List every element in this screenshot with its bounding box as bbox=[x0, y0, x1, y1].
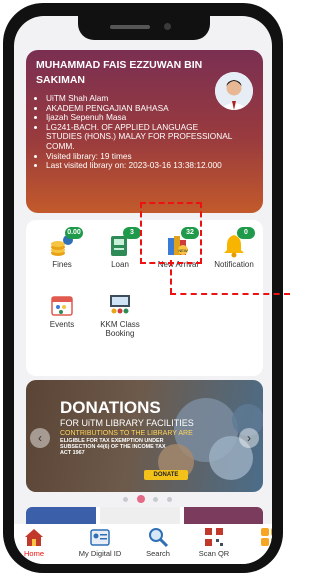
grid-icon bbox=[259, 526, 272, 548]
donate-button[interactable]: DONATE bbox=[144, 470, 188, 480]
banner-line2: ELIGIBLE FOR TAX EXEMPTION UNDER SUBSECT… bbox=[60, 438, 166, 457]
nav-search-label: Search bbox=[146, 549, 170, 558]
calendar-icon bbox=[49, 292, 75, 318]
bell-icon: 0 bbox=[221, 227, 255, 258]
profile-name: MUHAMMAD FAIS EZZUWAN BIN SAKIMAN bbox=[36, 59, 203, 86]
carousel-prev-icon[interactable]: ‹ bbox=[30, 428, 50, 448]
carousel-dot[interactable] bbox=[167, 497, 172, 502]
menu-kkm-label: KKM Class Booking bbox=[100, 320, 140, 338]
profile-last-visit: Last visited library on: 2023-03-16 13:3… bbox=[46, 161, 236, 171]
nav-search[interactable]: Search bbox=[130, 526, 186, 558]
profile-card: MUHAMMAD FAIS EZZUWAN BIN SAKIMAN UiTM S… bbox=[26, 50, 263, 213]
carousel-dot-active[interactable] bbox=[137, 495, 145, 503]
nav-scan-qr[interactable]: Scan QR bbox=[186, 526, 242, 558]
home-icon bbox=[23, 526, 45, 548]
nav-other-label: Ot bbox=[266, 549, 272, 558]
avatar bbox=[215, 72, 253, 110]
nav-scan-qr-label: Scan QR bbox=[198, 549, 230, 558]
id-card-icon bbox=[89, 526, 111, 548]
menu-notification-label: Notification bbox=[214, 260, 254, 269]
fines-badge: 0.00 bbox=[65, 227, 83, 239]
profile-program: LG241-BACH. OF APPLIED LANGUAGE STUDIES … bbox=[46, 122, 236, 152]
nav-my-digital-id-label: My Digital ID bbox=[78, 549, 122, 558]
search-icon bbox=[147, 526, 169, 548]
menu-fines-label: Fines bbox=[52, 260, 72, 269]
carousel-dot[interactable] bbox=[153, 497, 158, 502]
banner-title: DONATIONS bbox=[60, 398, 161, 417]
nav-home-label: Home bbox=[23, 549, 44, 558]
highlight-connector bbox=[170, 260, 172, 294]
menu-kkm-class-booking[interactable]: KKM Class Booking bbox=[92, 292, 148, 338]
phone-notch bbox=[78, 16, 210, 40]
highlight-connector bbox=[170, 293, 290, 295]
app-screen: MUHAMMAD FAIS EZZUWAN BIN SAKIMAN UiTM S… bbox=[14, 16, 272, 564]
menu-fines[interactable]: 0.00 Fines bbox=[34, 227, 90, 269]
profile-details: UiTM Shah Alam AKADEMI PENGAJIAN BAHASA … bbox=[36, 93, 236, 171]
qr-code-icon bbox=[203, 526, 225, 548]
carousel-dot[interactable] bbox=[123, 497, 128, 502]
banner-line1: CONTRIBUTIONS TO THE LIBRARY ARE bbox=[60, 430, 193, 437]
loan-badge: 3 bbox=[123, 227, 141, 239]
menu-events-label: Events bbox=[49, 320, 75, 329]
carousel-indicator bbox=[117, 494, 177, 504]
book-icon: 3 bbox=[107, 227, 141, 258]
classroom-icon bbox=[107, 292, 133, 318]
bottom-nav: Home My Digital ID Search Scan QR O bbox=[14, 524, 272, 564]
nav-other[interactable]: Ot bbox=[242, 526, 272, 558]
donation-banner[interactable]: DONATIONS FOR UiTM LIBRARY FACILITIES CO… bbox=[26, 380, 263, 492]
notification-badge: 0 bbox=[237, 227, 255, 239]
phone-frame: MUHAMMAD FAIS EZZUWAN BIN SAKIMAN UiTM S… bbox=[3, 3, 283, 573]
nav-my-digital-id[interactable]: My Digital ID bbox=[72, 526, 128, 558]
nav-home[interactable]: Home bbox=[14, 526, 62, 558]
coins-icon: 0.00 bbox=[49, 227, 83, 258]
menu-notification[interactable]: 0 Notification bbox=[206, 227, 262, 269]
banner-subtitle: FOR UiTM LIBRARY FACILITIES bbox=[60, 418, 194, 428]
carousel-next-icon[interactable]: › bbox=[239, 428, 259, 448]
highlight-box bbox=[140, 202, 202, 264]
menu-events[interactable]: Events bbox=[34, 292, 90, 329]
